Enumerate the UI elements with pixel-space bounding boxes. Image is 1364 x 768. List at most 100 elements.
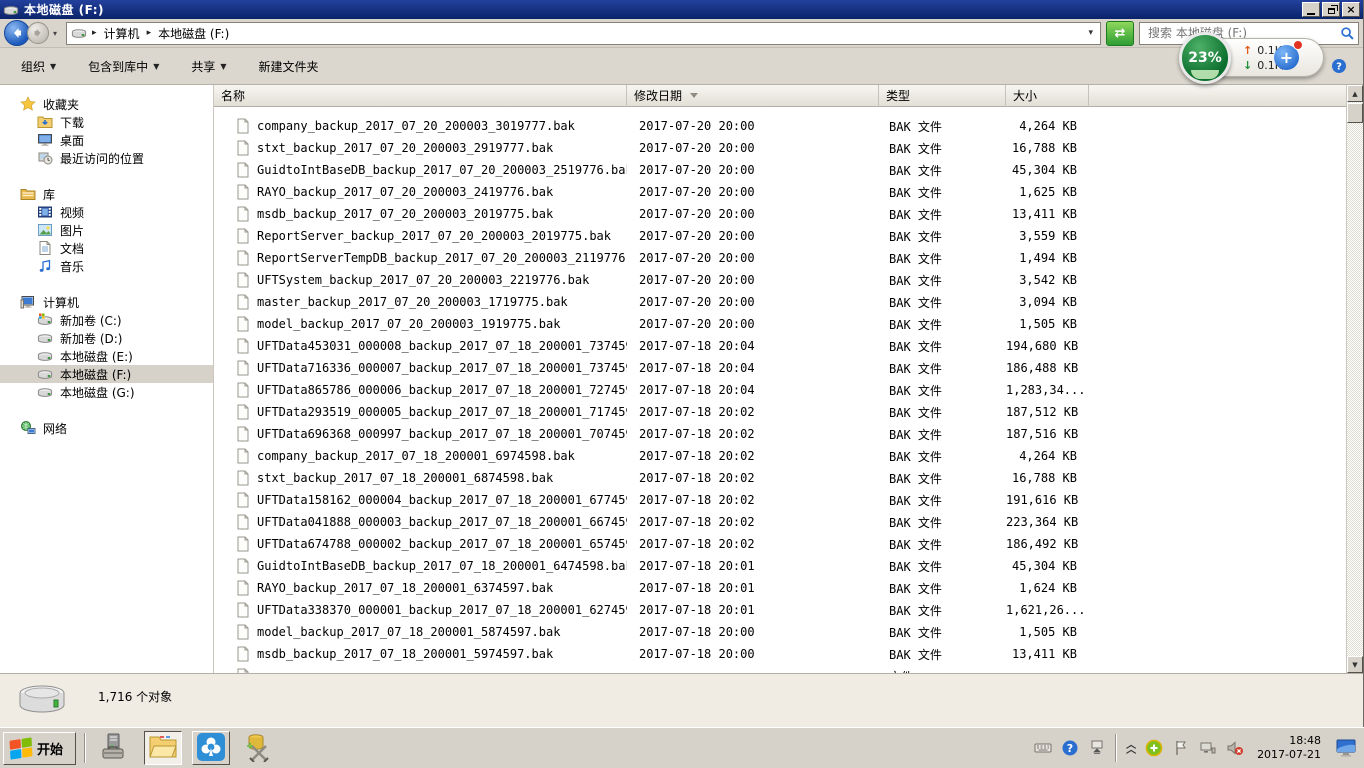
file-row[interactable]: model_backup_2017_07_18_200001_5874597.b… <box>214 621 1346 643</box>
memory-percent-orb[interactable]: 23% <box>1179 32 1231 84</box>
scrollbar-thumb[interactable] <box>1347 103 1363 123</box>
file-row[interactable]: UFTSystem_backup_2017_07_20_200003_22197… <box>214 269 1346 291</box>
scroll-up-button[interactable]: ▲ <box>1347 85 1363 102</box>
breadcrumb-computer[interactable]: 计算机 <box>102 25 142 42</box>
sidebar-section-收藏夹[interactable]: 收藏夹 <box>0 95 213 113</box>
file-name-cell: company_backup_2017_07_18_200001_6974598… <box>214 448 627 464</box>
sidebar-item-下载[interactable]: 下载 <box>0 113 213 131</box>
file-row[interactable]: 文件 <box>214 665 1346 673</box>
file-type-cell: BAK 文件 <box>879 228 1006 245</box>
file-name-cell: msdb_backup_2017_07_20_200003_2019775.ba… <box>214 206 627 222</box>
address-combo[interactable]: ▸ 计算机 ▸ 本地磁盘 (F:) ▾ <box>66 22 1101 45</box>
tray-clock[interactable]: 18:48 2017-07-21 <box>1253 734 1325 763</box>
toolbar-button-组织[interactable]: 组织▼ <box>10 53 67 80</box>
file-row[interactable]: UFTData865786_000006_backup_2017_07_18_2… <box>214 379 1346 401</box>
toolbar-button-新建文件夹[interactable]: 新建文件夹 <box>248 53 330 80</box>
file-date-cell: 2017-07-20 20:00 <box>627 317 879 331</box>
refresh-button[interactable]: ⇄ <box>1106 21 1134 46</box>
taskbar-app-clover-app-icon[interactable] <box>192 731 230 765</box>
scroll-down-button[interactable]: ▼ <box>1347 656 1363 673</box>
file-icon <box>236 272 250 288</box>
help-icon[interactable]: ? <box>1331 58 1347 74</box>
file-row[interactable]: UFTData696368_000997_backup_2017_07_18_2… <box>214 423 1346 445</box>
sidebar-section-计算机[interactable]: 计算机 <box>0 293 213 311</box>
restore-button[interactable] <box>1322 2 1340 17</box>
language-help-icon[interactable]: ? <box>1061 739 1079 757</box>
close-button[interactable]: × <box>1342 2 1360 17</box>
sidebar-section-网络[interactable]: 网络 <box>0 419 213 437</box>
file-row[interactable]: GuidtoIntBaseDB_backup_2017_07_20_200003… <box>214 159 1346 181</box>
column-header-大小[interactable]: 大小 <box>1006 85 1089 107</box>
file-row[interactable]: UFTData453031_000008_backup_2017_07_18_2… <box>214 335 1346 357</box>
file-row[interactable]: ReportServer_backup_2017_07_20_200003_20… <box>214 225 1346 247</box>
sidebar-item-本地磁盘 (F:)[interactable]: 本地磁盘 (F:) <box>0 365 213 383</box>
file-row[interactable]: msdb_backup_2017_07_20_200003_2019775.ba… <box>214 203 1346 225</box>
file-name-label: UFTData293519_000005_backup_2017_07_18_2… <box>257 405 627 419</box>
vertical-scrollbar[interactable]: ▲ ▼ <box>1346 85 1363 673</box>
taskbar-app-database-tools-icon[interactable] <box>240 731 278 765</box>
action-center-flag-icon[interactable] <box>1172 739 1190 757</box>
file-type-cell: BAK 文件 <box>879 514 1006 531</box>
sidebar-item-本地磁盘 (G:)[interactable]: 本地磁盘 (G:) <box>0 383 213 401</box>
traffic-monitor-widget[interactable]: ↑ 0.1K/s ↓ 0.1K/s 23% + <box>1183 32 1313 86</box>
sidebar-section-库[interactable]: 库 <box>0 185 213 203</box>
file-row[interactable]: RAYO_backup_2017_07_18_200001_6374597.ba… <box>214 577 1346 599</box>
title-bar[interactable]: 本地磁盘 (F:) × <box>0 0 1363 19</box>
file-row[interactable]: UFTData674788_000002_backup_2017_07_18_2… <box>214 533 1346 555</box>
quick-launch-separator <box>84 733 86 763</box>
file-row[interactable]: model_backup_2017_07_20_200003_1919775.b… <box>214 313 1346 335</box>
start-button[interactable]: 开始 <box>3 732 76 765</box>
toolbar-button-共享[interactable]: 共享▼ <box>180 53 237 80</box>
breadcrumb-current-drive[interactable]: 本地磁盘 (F:) <box>156 25 231 42</box>
scrollbar-track[interactable] <box>1347 123 1363 656</box>
address-dropdown-icon[interactable]: ▾ <box>1088 28 1096 38</box>
file-row[interactable]: master_backup_2017_07_20_200003_1719775.… <box>214 291 1346 313</box>
sidebar-item-本地磁盘 (E:)[interactable]: 本地磁盘 (E:) <box>0 347 213 365</box>
taskbar-app-server-manager-icon[interactable] <box>96 731 134 765</box>
file-type-cell: BAK 文件 <box>879 316 1006 333</box>
file-row[interactable]: msdb_backup_2017_07_18_200001_5974597.ba… <box>214 643 1346 665</box>
keyboard-icon[interactable] <box>1034 739 1052 757</box>
sidebar-item-音乐[interactable]: 音乐 <box>0 257 213 275</box>
file-row[interactable]: stxt_backup_2017_07_18_200001_6874598.ba… <box>214 467 1346 489</box>
file-row[interactable]: GuidtoIntBaseDB_backup_2017_07_18_200001… <box>214 555 1346 577</box>
sidebar-section-label: 计算机 <box>43 294 79 311</box>
file-row[interactable]: UFTData716336_000007_backup_2017_07_18_2… <box>214 357 1346 379</box>
file-size-cell: 186,488 KB <box>1006 361 1089 375</box>
forward-button[interactable] <box>27 22 49 44</box>
file-name-cell: RAYO_backup_2017_07_18_200001_6374597.ba… <box>214 580 627 596</box>
sidebar-item-最近访问的位置[interactable]: 最近访问的位置 <box>0 149 213 167</box>
file-type-cell: BAK 文件 <box>879 140 1006 157</box>
sidebar-item-视频[interactable]: 视频 <box>0 203 213 221</box>
sidebar-item-文档[interactable]: 文档 <box>0 239 213 257</box>
file-row[interactable]: stxt_backup_2017_07_20_200003_2919777.ba… <box>214 137 1346 159</box>
show-hidden-icons-chevron[interactable]: ︿︿ <box>1126 743 1136 754</box>
toolbar-button-包含到库中[interactable]: 包含到库中▼ <box>77 53 170 80</box>
column-header-名称[interactable]: 名称 <box>214 85 627 107</box>
sidebar-item-新加卷 (C:)[interactable]: 新加卷 (C:) <box>0 311 213 329</box>
sidebar-item-新加卷 (D:)[interactable]: 新加卷 (D:) <box>0 329 213 347</box>
language-bar-options-icon[interactable] <box>1088 739 1106 757</box>
taskbar-app-explorer-folder-icon[interactable] <box>144 731 182 765</box>
muted-speaker-icon[interactable] <box>1226 739 1244 757</box>
column-header-类型[interactable]: 类型 <box>879 85 1006 107</box>
show-desktop-button[interactable] <box>1334 732 1360 765</box>
file-row[interactable]: RAYO_backup_2017_07_20_200003_2419776.ba… <box>214 181 1346 203</box>
column-header-修改日期[interactable]: 修改日期 <box>627 85 879 107</box>
file-row[interactable]: company_backup_2017_07_18_200001_6974598… <box>214 445 1346 467</box>
file-row[interactable]: company_backup_2017_07_20_200003_3019777… <box>214 115 1346 137</box>
file-date-cell: 2017-07-18 20:02 <box>627 493 879 507</box>
sidebar-item-图片[interactable]: 图片 <box>0 221 213 239</box>
history-dropdown[interactable]: ▾ <box>49 29 61 38</box>
safety-orb-icon[interactable] <box>1145 739 1163 757</box>
file-row[interactable]: UFTData158162_000004_backup_2017_07_18_2… <box>214 489 1346 511</box>
file-type-cell: BAK 文件 <box>879 162 1006 179</box>
file-row[interactable]: UFTData041888_000003_backup_2017_07_18_2… <box>214 511 1346 533</box>
file-row[interactable]: UFTData338370_000001_backup_2017_07_18_2… <box>214 599 1346 621</box>
file-row[interactable]: ReportServerTempDB_backup_2017_07_20_200… <box>214 247 1346 269</box>
minimize-button[interactable] <box>1302 2 1320 17</box>
network-tray-icon[interactable] <box>1199 739 1217 757</box>
sidebar-item-桌面[interactable]: 桌面 <box>0 131 213 149</box>
navigation-pane: 收藏夹下载桌面最近访问的位置库视频图片文档音乐计算机新加卷 (C:)新加卷 (D… <box>0 85 214 673</box>
file-row[interactable]: UFTData293519_000005_backup_2017_07_18_2… <box>214 401 1346 423</box>
